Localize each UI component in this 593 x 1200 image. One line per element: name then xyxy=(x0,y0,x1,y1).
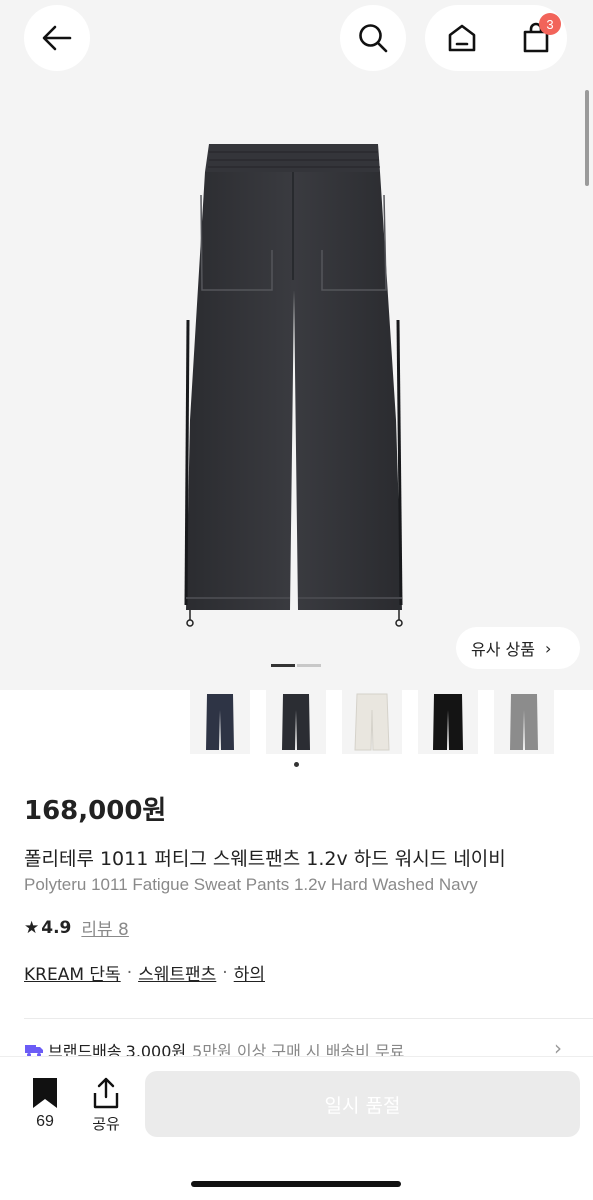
thumbnail-black[interactable] xyxy=(418,690,478,754)
thumbnail-pants xyxy=(282,694,310,750)
home-button[interactable] xyxy=(437,13,487,63)
share-icon xyxy=(93,1077,119,1109)
review-link[interactable]: 리뷰 8 xyxy=(81,915,129,940)
thumbnail-grey[interactable] xyxy=(494,690,554,754)
thumbnail-pants xyxy=(433,694,463,750)
thumbnail-ivory[interactable] xyxy=(342,690,402,754)
thumbnail-pants xyxy=(354,693,390,751)
bottom-action-bar: 69 공유 일시 품절 xyxy=(0,1056,593,1200)
product-image[interactable] xyxy=(0,90,593,690)
tag-separator: · xyxy=(126,962,133,983)
search-button[interactable] xyxy=(340,5,406,71)
tag-separator: · xyxy=(222,962,228,983)
cart-button[interactable]: 3 xyxy=(511,13,561,63)
similar-products-button[interactable]: 유사 상품 › xyxy=(456,627,580,669)
search-icon xyxy=(359,24,388,53)
thumbnail-navy[interactable] xyxy=(190,690,250,754)
share-label: 공유 xyxy=(92,1115,120,1133)
thumbnail-charcoal[interactable] xyxy=(266,690,326,754)
cart-badge: 3 xyxy=(539,13,561,35)
top-bar: 3 xyxy=(0,0,593,90)
tag-link[interactable]: 하의 xyxy=(234,960,265,985)
tag-link[interactable]: KREAM 단독 xyxy=(24,960,121,985)
share-button[interactable]: 공유 xyxy=(86,1077,126,1134)
similar-label: 유사 상품 xyxy=(471,640,535,659)
home-icon xyxy=(448,24,476,52)
back-button[interactable] xyxy=(24,5,90,71)
bookmark-count: 69 xyxy=(36,1113,54,1130)
rating-score: 4.9 xyxy=(41,917,72,938)
tag-link[interactable]: 스웨트팬츠 xyxy=(138,960,216,985)
product-tags: KREAM 단독 · 스웨트팬츠 · 하의 xyxy=(24,960,265,986)
chevron-right-icon: › xyxy=(544,638,552,658)
bookmark-icon xyxy=(33,1078,57,1108)
product-title-ko: 폴리테루 1011 퍼티그 스웨트팬츠 1.2v 하드 워시드 네이비 xyxy=(24,848,506,870)
scrollbar[interactable] xyxy=(585,90,589,186)
soldout-button[interactable]: 일시 품절 xyxy=(145,1071,580,1137)
selected-thumbnail-dot xyxy=(294,762,299,767)
page-indicator-active xyxy=(271,664,295,667)
color-thumbnails xyxy=(190,690,570,765)
product-rating: ★ 4.9 리뷰 8 xyxy=(24,915,129,941)
product-title-en: Polyteru 1011 Fatigue Sweat Pants 1.2v H… xyxy=(24,875,478,894)
home-cart-group: 3 xyxy=(425,5,567,71)
pants-image xyxy=(184,144,403,627)
arrow-left-icon xyxy=(42,25,72,51)
thumbnail-pants xyxy=(510,694,538,750)
product-price: 168,000원 xyxy=(24,796,167,826)
bookmark-button[interactable]: 69 xyxy=(25,1077,65,1131)
divider xyxy=(24,1018,593,1019)
home-indicator xyxy=(191,1181,401,1187)
page-indicator-inactive xyxy=(297,664,321,667)
star-icon: ★ xyxy=(24,917,40,938)
thumbnail-pants xyxy=(206,694,234,750)
